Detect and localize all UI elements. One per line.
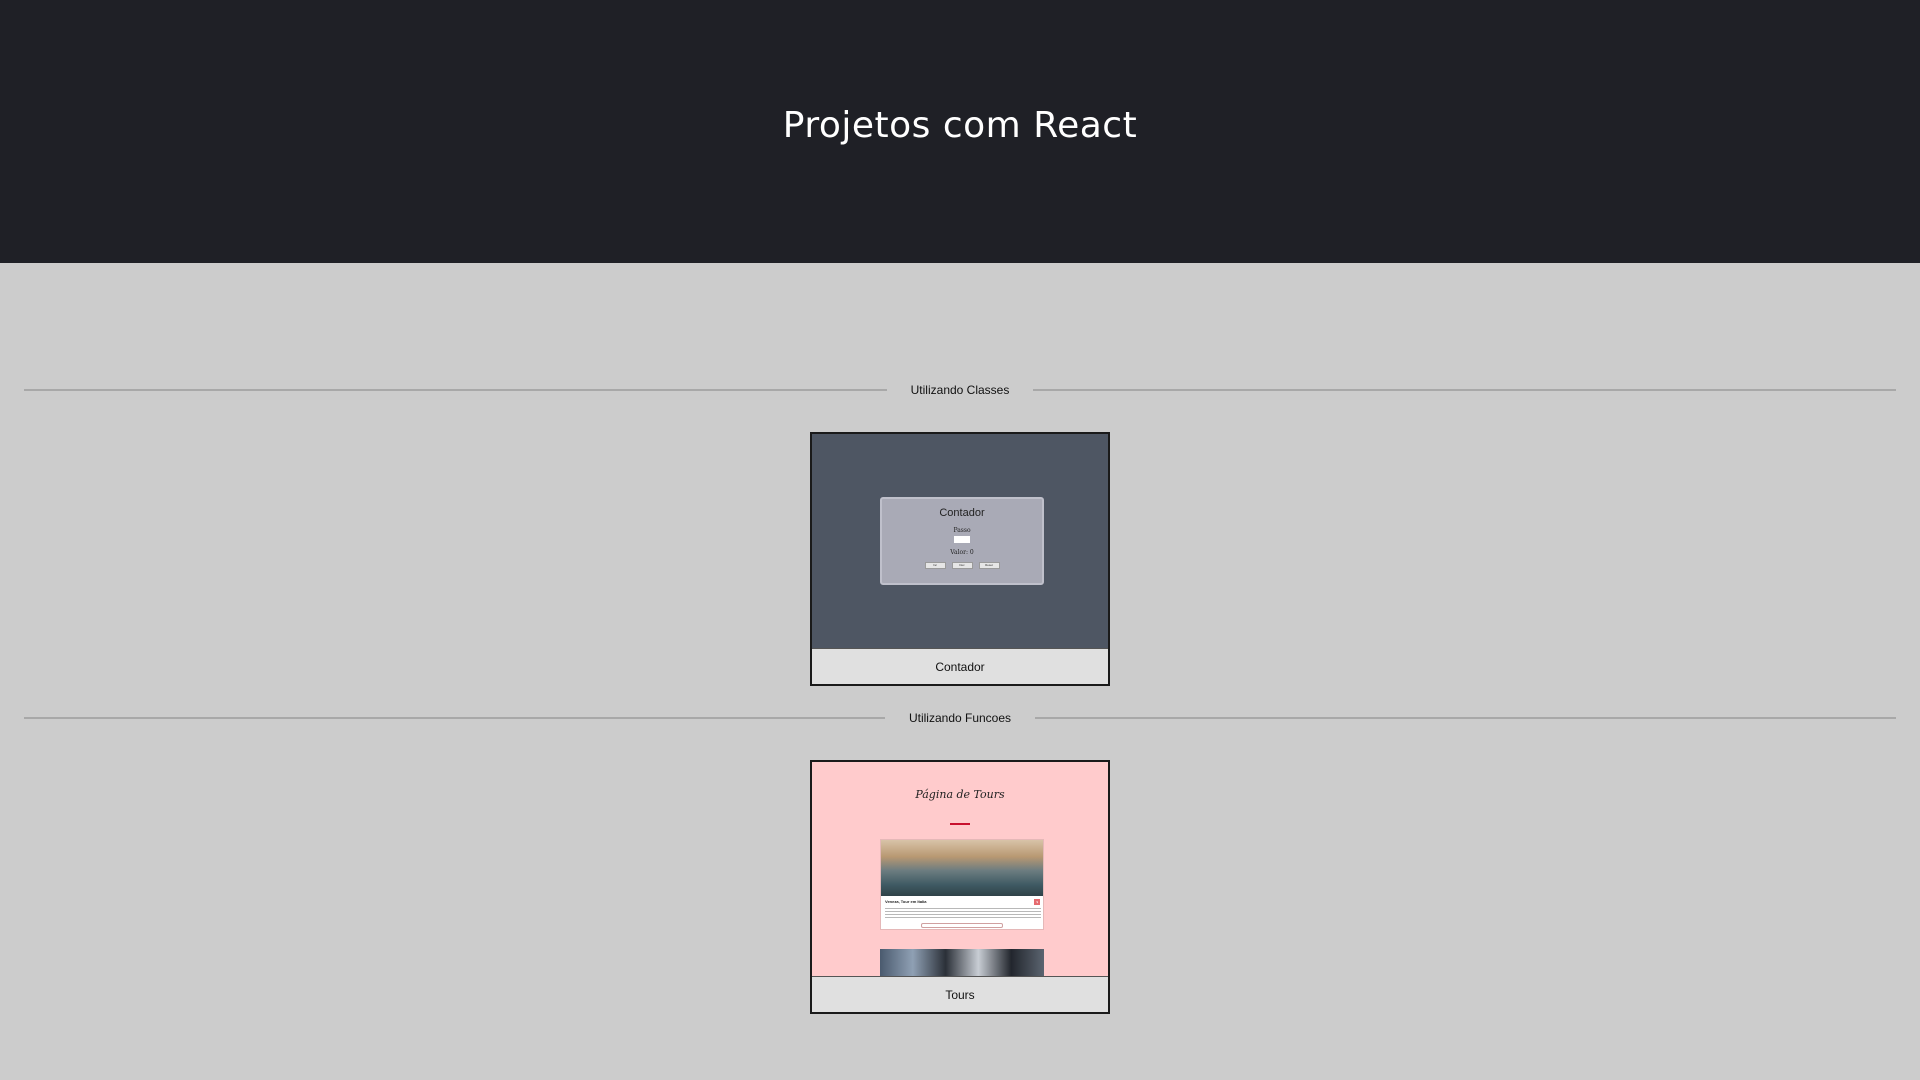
card-caption-contador: Contador [812,648,1108,684]
section-divider-classes: Utilizando Classes [24,380,1896,400]
page-title: Projetos com React [782,105,1138,146]
tour-preview-card-2 [880,949,1044,976]
contador-preview-image: Contador Passo Valor: 0 Inc Dec Reset [812,434,1108,648]
divider-line-right [1035,717,1896,719]
mini-panel-title: Contador [939,507,985,519]
divider-line-right [1033,389,1896,391]
mini-button: Reset [978,562,1000,569]
project-card-tours[interactable]: Página de Tours Veneza, Tour em Italia $… [810,760,1110,1014]
tours-preview-image: Página de Tours Veneza, Tour em Italia $ [812,762,1108,976]
tour-name: Veneza, Tour em Italia [885,899,927,904]
tour-photo [881,840,1043,896]
mini-value-label: Valor: 0 [950,549,974,556]
section-divider-funcoes: Utilizando Funcoes [24,708,1896,728]
tour-button [921,923,1003,928]
mini-button: Inc [924,562,946,569]
page-header: Projetos com React [0,0,1920,263]
tour-price-badge: $ [1034,899,1040,905]
tours-title-underline [950,823,970,825]
tours-preview-title: Página de Tours [915,788,1005,801]
tour-preview-card: Veneza, Tour em Italia $ [880,839,1044,930]
tour-description-lines [885,908,1041,918]
mini-step-label: Passo [953,527,971,534]
card-caption-tours: Tours [812,976,1108,1012]
mini-step-input [954,536,970,543]
project-card-contador[interactable]: Contador Passo Valor: 0 Inc Dec Reset Co… [810,432,1110,686]
contador-mini-panel: Contador Passo Valor: 0 Inc Dec Reset [880,497,1044,585]
tour-info: Veneza, Tour em Italia [881,896,1043,907]
mini-button: Dec [951,562,973,569]
mini-buttons: Inc Dec Reset [882,562,1042,569]
